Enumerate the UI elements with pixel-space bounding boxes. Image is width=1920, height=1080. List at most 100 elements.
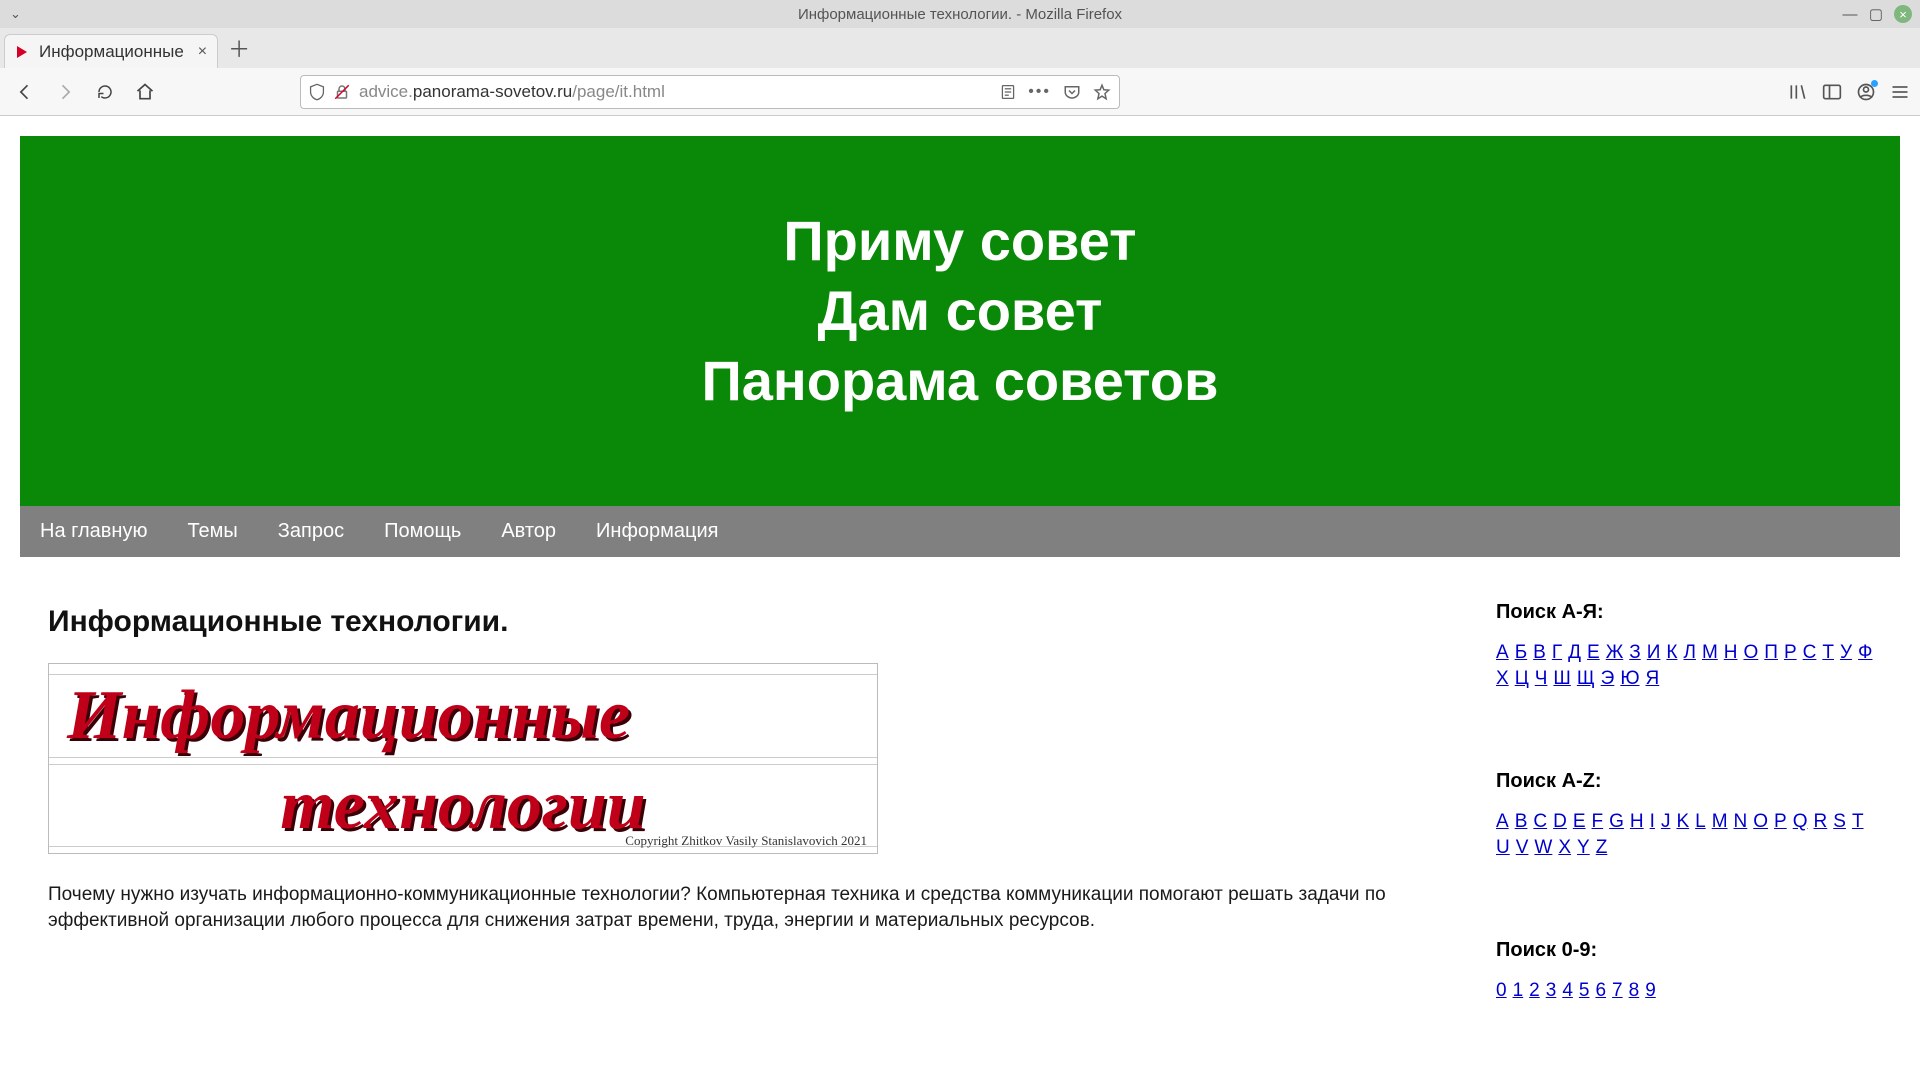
alpha-link[interactable]: З	[1629, 642, 1640, 664]
menu-item[interactable]: На главную	[40, 520, 147, 543]
alpha-link[interactable]: В	[1533, 642, 1546, 664]
account-icon[interactable]	[1856, 82, 1876, 102]
page-actions-icon[interactable]: •••	[1028, 83, 1051, 101]
alpha-link[interactable]: N	[1734, 811, 1748, 833]
page-viewport[interactable]: Приму совет Дам совет Панорама советов Н…	[0, 116, 1920, 1080]
window-maximize-button[interactable]: ▢	[1868, 6, 1884, 22]
tracking-shield-icon[interactable]	[309, 83, 325, 101]
alpha-link[interactable]: Р	[1784, 642, 1797, 664]
browser-tab[interactable]: Информационные ×	[4, 34, 218, 68]
alpha-link[interactable]: Х	[1496, 668, 1509, 690]
library-icon[interactable]	[1788, 82, 1808, 102]
menu-item[interactable]: Автор	[501, 520, 556, 543]
alpha-link[interactable]: 4	[1562, 980, 1573, 1002]
window-close-button[interactable]: ×	[1894, 5, 1912, 23]
alpha-link[interactable]: C	[1533, 811, 1547, 833]
alpha-link[interactable]: А	[1496, 642, 1509, 664]
alpha-link[interactable]: J	[1661, 811, 1671, 833]
alpha-link[interactable]: 0	[1496, 980, 1507, 1002]
reader-mode-icon[interactable]	[1000, 84, 1016, 100]
alpha-link[interactable]: Я	[1646, 668, 1660, 690]
alpha-link[interactable]: Т	[1822, 642, 1834, 664]
sidebar-search-num: Поиск 0-9: 0123456789	[1470, 915, 1900, 1032]
menu-item[interactable]: Помощь	[384, 520, 461, 543]
window-minimize-button[interactable]: —	[1842, 6, 1858, 22]
alpha-link[interactable]: У	[1840, 642, 1852, 664]
alpha-link[interactable]: I	[1650, 811, 1655, 833]
sidebar-title: Поиск А-Я:	[1496, 601, 1874, 624]
alpha-link[interactable]: 8	[1629, 980, 1640, 1002]
alpha-link[interactable]: L	[1695, 811, 1706, 833]
alpha-link[interactable]: S	[1833, 811, 1846, 833]
url-bar[interactable]: advice.panorama-sovetov.ru/page/it.html …	[300, 75, 1120, 109]
alpha-link[interactable]: 6	[1595, 980, 1606, 1002]
menu-item[interactable]: Темы	[187, 520, 237, 543]
alpha-link[interactable]: M	[1712, 811, 1728, 833]
menu-item[interactable]: Информация	[596, 520, 718, 543]
alpha-link[interactable]: G	[1609, 811, 1624, 833]
alpha-link[interactable]: B	[1515, 811, 1528, 833]
alpha-link[interactable]: 5	[1579, 980, 1590, 1002]
alpha-link[interactable]: Щ	[1577, 668, 1595, 690]
sidebar-title: Поиск 0-9:	[1496, 939, 1874, 962]
alpha-link[interactable]: D	[1553, 811, 1567, 833]
alpha-link[interactable]: F	[1592, 811, 1604, 833]
alpha-link[interactable]: Ш	[1553, 668, 1570, 690]
alpha-link[interactable]: П	[1764, 642, 1778, 664]
alpha-link[interactable]: Л	[1683, 642, 1695, 664]
alpha-link[interactable]: Q	[1793, 811, 1808, 833]
titlebar-menu-icon[interactable]: ⌄	[10, 6, 21, 22]
sidebar-toggle-icon[interactable]	[1822, 83, 1842, 101]
alpha-link[interactable]: O	[1753, 811, 1768, 833]
alpha-link[interactable]: W	[1534, 837, 1552, 859]
alpha-link[interactable]: E	[1573, 811, 1586, 833]
alpha-link[interactable]: Д	[1568, 642, 1581, 664]
app-menu-icon[interactable]	[1890, 83, 1910, 101]
alpha-link[interactable]: Ц	[1515, 668, 1529, 690]
alpha-link[interactable]: Э	[1601, 668, 1615, 690]
alpha-link[interactable]: U	[1496, 837, 1510, 859]
alpha-link[interactable]: X	[1558, 837, 1571, 859]
forward-button[interactable]	[50, 77, 80, 107]
alpha-link[interactable]: Ю	[1620, 668, 1639, 690]
alpha-link[interactable]: И	[1647, 642, 1661, 664]
alpha-link[interactable]: Е	[1587, 642, 1600, 664]
alpha-link[interactable]: 3	[1546, 980, 1557, 1002]
save-pocket-icon[interactable]	[1063, 84, 1081, 100]
alpha-link[interactable]: О	[1744, 642, 1759, 664]
alpha-link[interactable]: К	[1666, 642, 1677, 664]
bookmark-star-icon[interactable]	[1093, 83, 1111, 101]
back-button[interactable]	[10, 77, 40, 107]
alpha-link[interactable]: Г	[1552, 642, 1562, 664]
alpha-link[interactable]: V	[1516, 837, 1529, 859]
alpha-link[interactable]: Ж	[1606, 642, 1624, 664]
alpha-link[interactable]: K	[1676, 811, 1689, 833]
alpha-link[interactable]: T	[1852, 811, 1864, 833]
alpha-link[interactable]: A	[1496, 811, 1509, 833]
hero-line-1: Приму совет	[40, 206, 1880, 276]
menu-item[interactable]: Запрос	[278, 520, 344, 543]
alpha-link[interactable]: М	[1702, 642, 1718, 664]
alpha-link[interactable]: 2	[1529, 980, 1540, 1002]
alpha-link[interactable]: Б	[1515, 642, 1527, 664]
alpha-link[interactable]: С	[1803, 642, 1817, 664]
insecure-lock-icon[interactable]	[333, 83, 351, 101]
alpha-link[interactable]: Y	[1577, 837, 1590, 859]
alpha-link[interactable]: Ч	[1535, 668, 1548, 690]
alpha-link[interactable]: 7	[1612, 980, 1623, 1002]
new-tab-button[interactable]: ＋	[228, 32, 250, 64]
banner-line-2: технологии	[280, 767, 645, 844]
alpha-link[interactable]: R	[1814, 811, 1828, 833]
alpha-link[interactable]: H	[1630, 811, 1644, 833]
alpha-link[interactable]: Ф	[1858, 642, 1872, 664]
alpha-link[interactable]: Н	[1724, 642, 1738, 664]
reload-button[interactable]	[90, 77, 120, 107]
tab-close-button[interactable]: ×	[198, 43, 207, 61]
home-button[interactable]	[130, 77, 160, 107]
alpha-list-lat: ABCDEFGHIJKLMNOPQRST UVWXYZ	[1496, 811, 1874, 859]
alpha-link[interactable]: 9	[1645, 980, 1656, 1002]
alpha-link[interactable]: P	[1774, 811, 1787, 833]
tab-favicon-icon	[15, 44, 31, 60]
alpha-link[interactable]: 1	[1513, 980, 1524, 1002]
alpha-link[interactable]: Z	[1596, 837, 1608, 859]
